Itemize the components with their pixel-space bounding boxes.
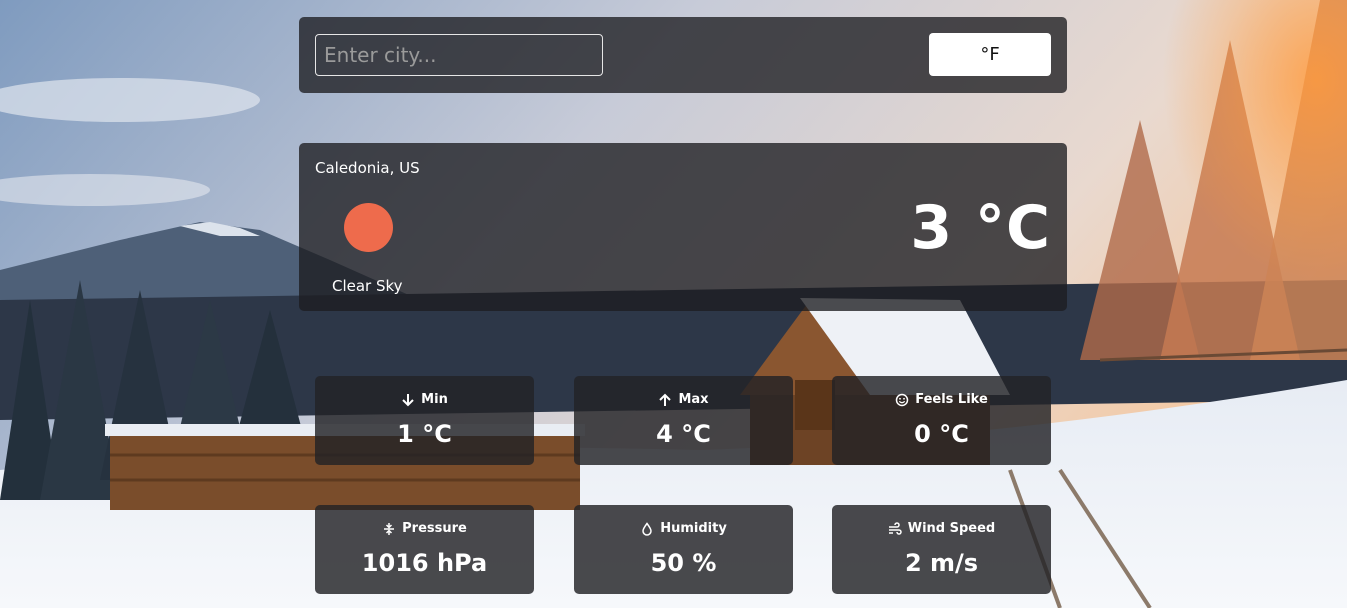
max-temp-label: Max — [678, 392, 709, 407]
humidity-label: Humidity — [660, 521, 727, 536]
pressure-label: Pressure — [402, 521, 467, 536]
sun-icon — [344, 203, 393, 252]
droplet-icon — [642, 521, 652, 536]
weather-condition: Clear Sky — [332, 277, 403, 295]
wind-speed-card: Wind Speed 2 m/s — [832, 505, 1051, 594]
min-temp-label: Min — [421, 392, 448, 407]
humidity-card: Humidity 50 % — [574, 505, 793, 594]
min-temp-card: Min 1 °C — [315, 376, 534, 465]
feels-like-card: Feels Like 0 °C — [832, 376, 1051, 465]
max-temp-value: 4 °C — [656, 420, 711, 448]
min-temp-value: 1 °C — [397, 420, 452, 448]
pressure-card: Pressure 1016 hPa — [315, 505, 534, 594]
feels-like-label: Feels Like — [915, 392, 988, 407]
arrow-up-icon — [659, 393, 672, 406]
current-temperature: 3 °C — [910, 193, 1051, 263]
feels-like-value: 0 °C — [914, 420, 969, 448]
wind-icon — [888, 521, 902, 535]
max-temp-card: Max 4 °C — [574, 376, 793, 465]
wind-speed-value: 2 m/s — [904, 549, 979, 577]
city-search-input[interactable] — [315, 34, 603, 76]
wind-speed-label: Wind Speed — [907, 521, 996, 536]
unit-toggle-button[interactable]: °F — [929, 33, 1051, 76]
search-bar: °F — [299, 17, 1067, 93]
arrow-down-icon — [402, 393, 414, 406]
smile-icon — [895, 393, 909, 406]
current-weather-panel: Caledonia, US Clear Sky 3 °C — [299, 143, 1067, 311]
humidity-value: 50 % — [650, 549, 717, 577]
pressure-value: 1016 hPa — [361, 549, 488, 577]
location-label: Caledonia, US — [315, 159, 420, 177]
pressure-icon — [384, 522, 395, 535]
